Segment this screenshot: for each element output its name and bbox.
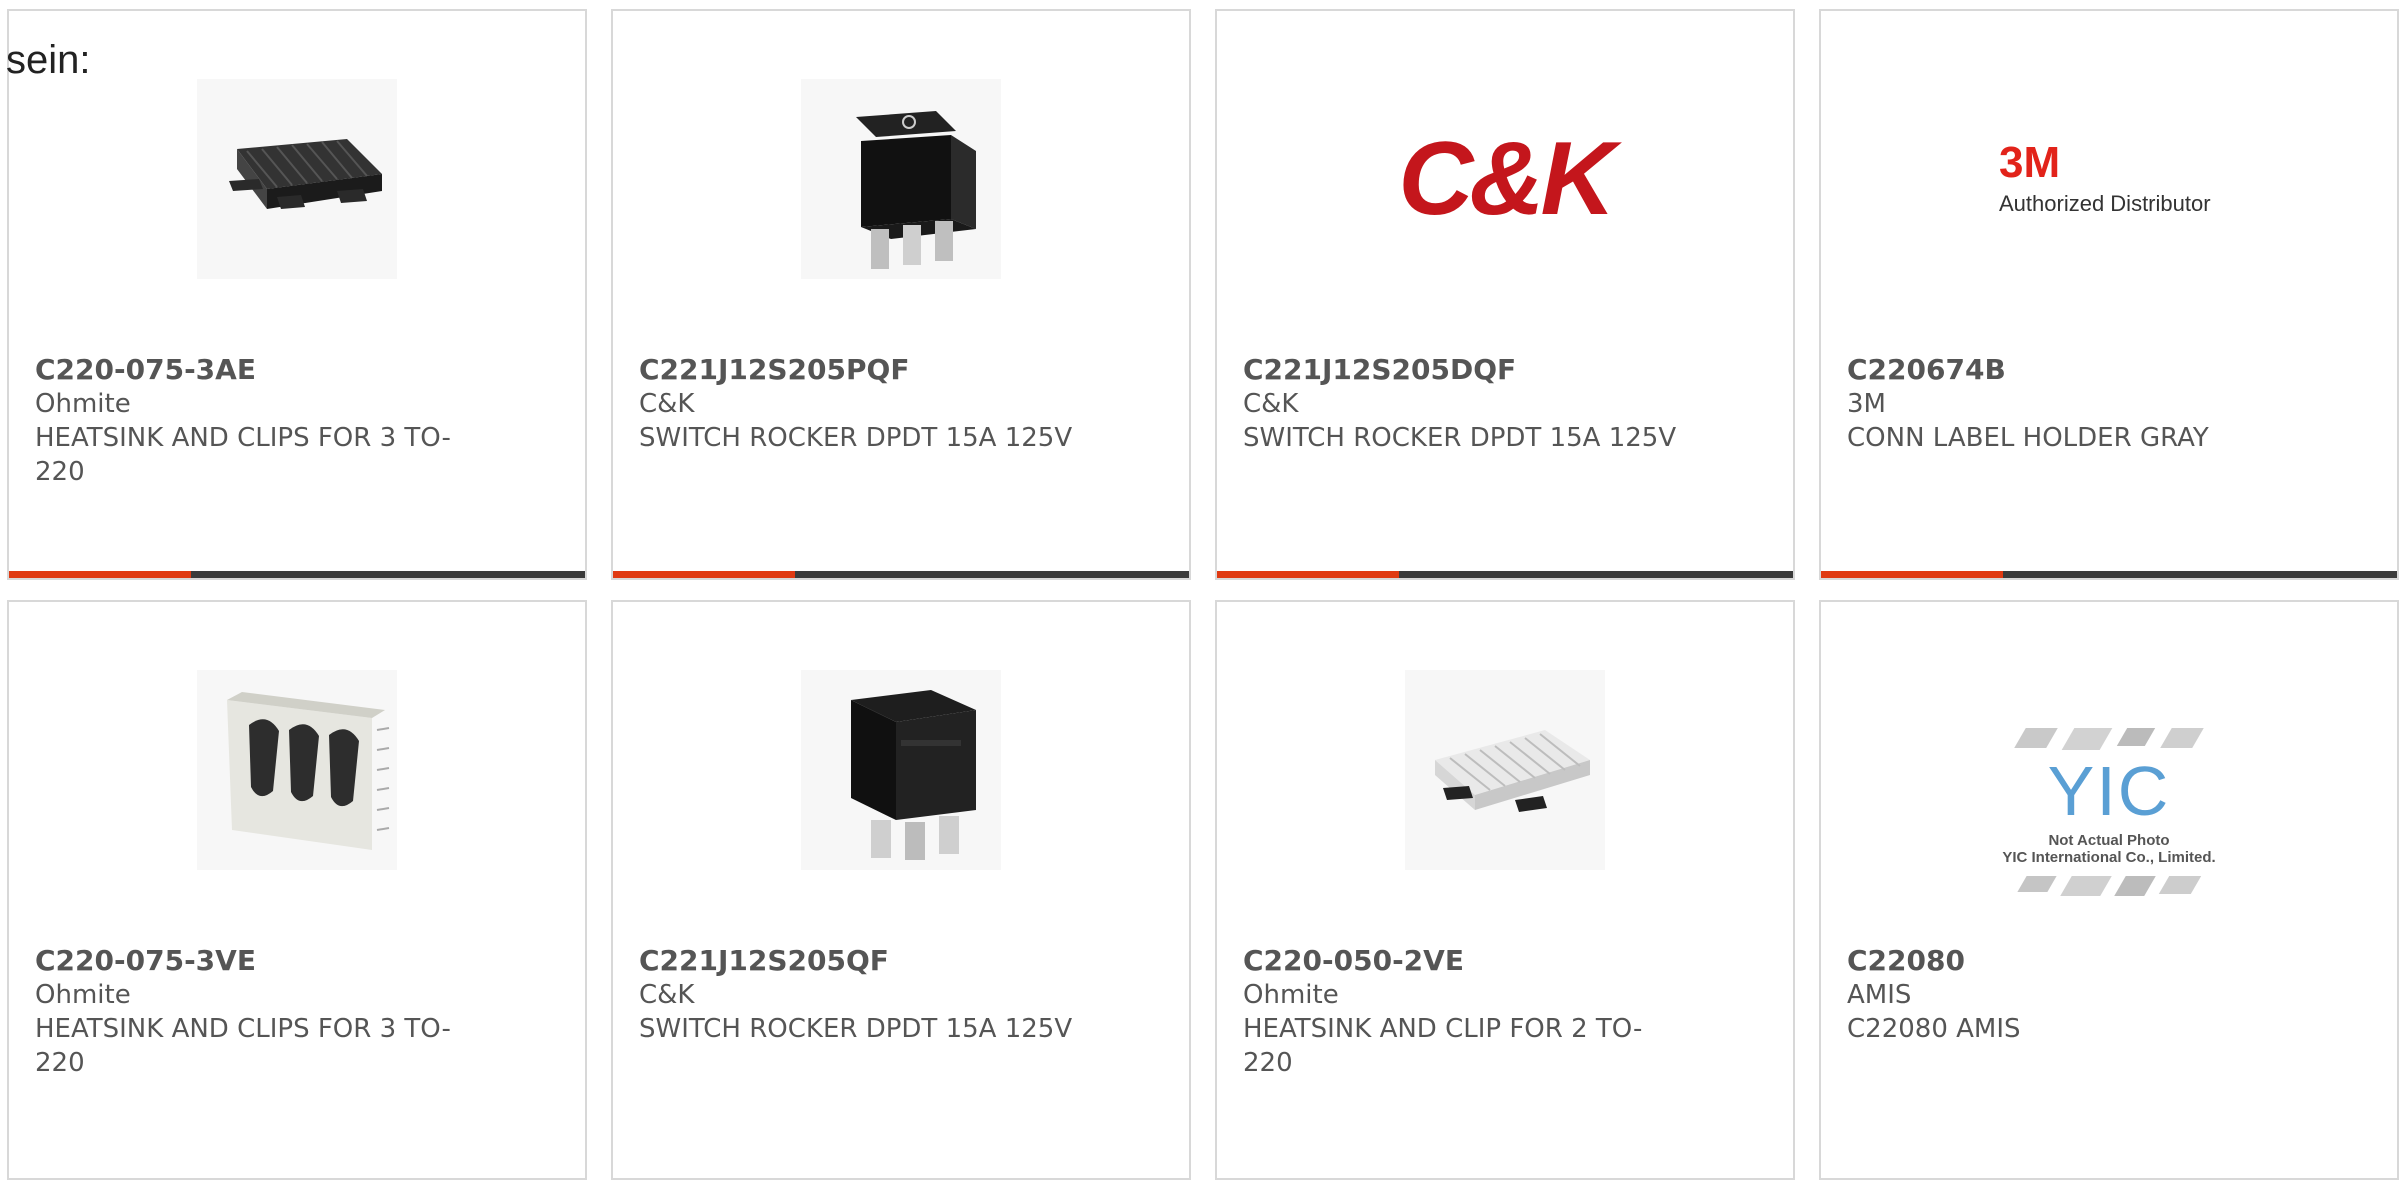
yic-company-text: YIC International Co., Limited. xyxy=(2002,849,2216,866)
chips-row-bottom xyxy=(2017,876,2202,896)
description: SWITCH ROCKER DPDT 15A 125V xyxy=(1243,423,1677,453)
manufacturer: Ohmite xyxy=(35,980,131,1010)
manufacturer: 3M xyxy=(1847,389,1886,419)
product-image[interactable] xyxy=(197,79,397,279)
description: SWITCH ROCKER DPDT 15A 125V xyxy=(639,1014,1073,1044)
product-card[interactable]: C220-075-3AE Ohmite HEATSINK AND CLIPS F… xyxy=(7,9,587,580)
part-number[interactable]: C220-075-3VE xyxy=(35,944,475,978)
rocker-switch-icon xyxy=(801,79,1001,279)
product-card[interactable]: YIC Not Actual Photo YIC International C… xyxy=(1819,600,2399,1180)
description: CONN LABEL HOLDER GRAY xyxy=(1847,423,2209,453)
part-number[interactable]: C220-050-2VE xyxy=(1243,944,1683,978)
part-number[interactable]: C221J12S205QF xyxy=(639,944,1079,978)
card-accent-bar xyxy=(1217,571,1793,578)
manufacturer: AMIS xyxy=(1847,980,1912,1010)
card-accent-bar xyxy=(613,571,1189,578)
description: HEATSINK AND CLIPS FOR 3 TO-220 xyxy=(35,423,451,487)
rocker-switch-icon xyxy=(801,670,1001,870)
chips-row-top xyxy=(2014,728,2204,750)
authorized-distributor-text: Authorized Distributor xyxy=(1999,191,2211,216)
product-card[interactable]: 3M Authorized Distributor C220674B 3M CO… xyxy=(1819,9,2399,580)
heatsink-icon xyxy=(197,79,397,279)
manufacturer: C&K xyxy=(639,389,695,419)
product-image[interactable]: C&K xyxy=(1385,79,1625,279)
product-card[interactable]: C220-075-3VE Ohmite HEATSINK AND CLIPS F… xyxy=(7,600,587,1180)
part-number[interactable]: C220674B xyxy=(1847,353,2287,387)
manufacturer: C&K xyxy=(639,980,695,1010)
product-card[interactable]: C221J12S205QF C&K SWITCH ROCKER DPDT 15A… xyxy=(611,600,1191,1180)
description: HEATSINK AND CLIPS FOR 3 TO-220 xyxy=(35,1014,451,1078)
manufacturer: Ohmite xyxy=(35,389,131,419)
3m-logo: 3M xyxy=(1999,138,2061,187)
ck-logo: C&K xyxy=(1398,120,1615,237)
product-card[interactable]: C221J12S205PQF C&K SWITCH ROCKER DPDT 15… xyxy=(611,9,1191,580)
description: C22080 AMIS xyxy=(1847,1014,2021,1044)
product-card[interactable]: C220-050-2VE Ohmite HEATSINK AND CLIP FO… xyxy=(1215,600,1795,1180)
not-actual-photo-text: Not Actual Photo xyxy=(2048,832,2170,849)
part-number[interactable]: C220-075-3AE xyxy=(35,353,475,387)
product-image[interactable] xyxy=(801,79,1001,279)
product-image[interactable] xyxy=(1405,670,1605,870)
card-accent-bar xyxy=(1821,571,2397,578)
manufacturer: Ohmite xyxy=(1243,980,1339,1010)
product-image[interactable] xyxy=(197,670,397,870)
manufacturer: C&K xyxy=(1243,389,1299,419)
product-image[interactable] xyxy=(801,670,1001,870)
description: HEATSINK AND CLIP FOR 2 TO-220 xyxy=(1243,1014,1643,1078)
product-image[interactable]: YIC Not Actual Photo YIC International C… xyxy=(1969,692,2249,932)
description: SWITCH ROCKER DPDT 15A 125V xyxy=(639,423,1073,453)
card-accent-bar xyxy=(9,571,585,578)
yic-logo: YIC xyxy=(2047,752,2171,830)
part-number[interactable]: C221J12S205DQF xyxy=(1243,353,1683,387)
product-card[interactable]: C&K C221J12S205DQF C&K SWITCH ROCKER DPD… xyxy=(1215,9,1795,580)
heatsink-icon xyxy=(1405,670,1605,870)
part-number[interactable]: C22080 xyxy=(1847,944,2287,978)
part-number[interactable]: C221J12S205PQF xyxy=(639,353,1079,387)
page-intro-text: sein: xyxy=(6,38,91,82)
heatsink-icon xyxy=(197,670,397,870)
product-image[interactable]: 3M Authorized Distributor xyxy=(1999,79,2219,279)
